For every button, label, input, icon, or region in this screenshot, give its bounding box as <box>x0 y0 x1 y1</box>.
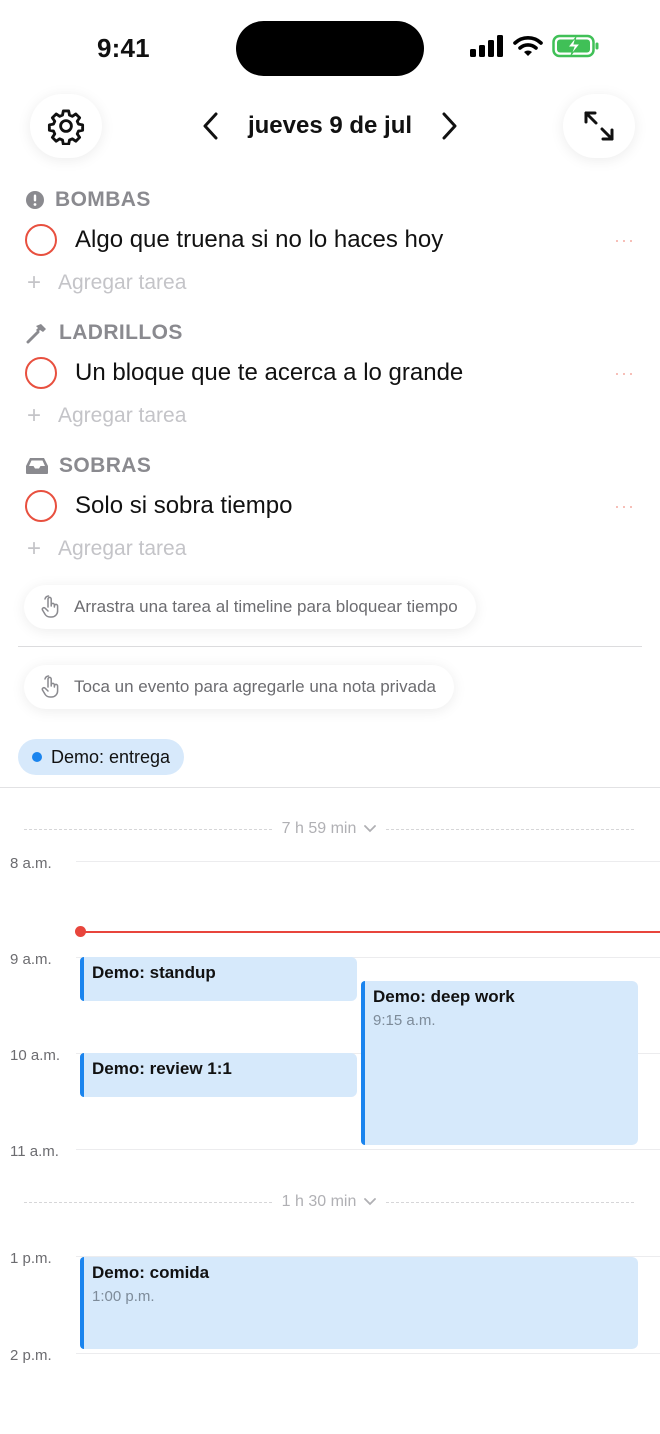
tray-icon <box>26 458 48 474</box>
task-more-button[interactable]: ··· <box>614 496 635 517</box>
task-more-button[interactable]: ··· <box>614 230 635 251</box>
task-checkbox[interactable] <box>25 490 57 522</box>
hint-tap-event: Toca un evento para agregarle una nota p… <box>24 665 454 709</box>
wifi-icon <box>513 36 543 56</box>
task-more-button[interactable]: ··· <box>614 363 635 384</box>
battery-charging-icon <box>552 34 599 58</box>
section-title: LADRILLOS <box>59 321 183 344</box>
date-navigation: jueves 9 de jul <box>200 106 460 146</box>
task-row[interactable]: Algo que truena si no lo haces hoy ··· <box>25 222 640 258</box>
chevron-down-icon <box>364 1198 377 1206</box>
event-title: Demo: deep work <box>373 987 515 1006</box>
status-time: 9:41 <box>97 33 150 63</box>
hour-label: 8 a.m. <box>10 855 52 872</box>
add-task-button[interactable]: + Agregar tarea <box>25 269 186 297</box>
date-title[interactable]: jueves 9 de jul <box>248 112 412 140</box>
hand-pointer-icon <box>41 595 59 618</box>
plus-icon: + <box>26 535 41 562</box>
event-time: 1:00 p.m. <box>92 1288 155 1305</box>
task-row[interactable]: Un bloque que te acerca a lo grande ··· <box>25 355 640 391</box>
task-checkbox[interactable] <box>25 224 57 256</box>
hint-text: Toca un evento para agregarle una nota p… <box>74 677 436 696</box>
hour-line <box>76 861 660 862</box>
status-icons <box>470 34 600 58</box>
plus-icon: + <box>26 402 41 429</box>
hand-pointer-icon <box>41 675 59 698</box>
gap-label: 1 h 30 min <box>282 1193 377 1211</box>
gap-label: 7 h 59 min <box>282 820 377 838</box>
section-header-ladrillos: LADRILLOS <box>25 321 183 345</box>
chevron-left-icon[interactable] <box>200 111 222 141</box>
add-task-label: Agregar tarea <box>58 404 187 427</box>
dashed-line <box>24 828 272 830</box>
task-title[interactable]: Algo que truena si no lo haces hoy <box>75 226 614 254</box>
dashed-line <box>24 1201 272 1203</box>
hour-label: 10 a.m. <box>10 1047 61 1064</box>
add-task-button[interactable]: + Agregar tarea <box>25 535 186 563</box>
event-time: 9:15 a.m. <box>373 1012 436 1029</box>
add-task-button[interactable]: + Agregar tarea <box>25 402 186 430</box>
all-day-event[interactable]: Demo: entrega <box>18 739 185 775</box>
hour-label: 9 a.m. <box>10 951 52 968</box>
event-review[interactable]: Demo: review 1:1 <box>80 1053 357 1097</box>
event-title: Demo: comida <box>92 1263 210 1282</box>
all-day-event-title: Demo: entrega <box>51 746 171 767</box>
dashed-line <box>386 828 634 830</box>
add-task-label: Agregar tarea <box>58 271 187 294</box>
hint-drag-task: Arrastra una tarea al timeline para bloq… <box>24 585 476 629</box>
hour-label: 11 a.m. <box>10 1143 59 1160</box>
settings-button[interactable] <box>30 94 102 158</box>
cellular-signal-icon <box>470 35 503 57</box>
current-time-line <box>80 931 660 933</box>
hour-label: 2 p.m. <box>10 1347 52 1364</box>
section-header-bombas: BOMBAS <box>25 188 151 212</box>
task-title[interactable]: Un bloque que te acerca a lo grande <box>75 359 614 387</box>
free-time-gap[interactable]: 1 h 30 min <box>24 1191 634 1213</box>
plus-icon: + <box>26 269 41 296</box>
gear-icon <box>47 109 85 145</box>
dashed-line <box>386 1201 634 1203</box>
hammer-icon <box>26 324 46 344</box>
gap-duration: 1 h 30 min <box>281 1193 357 1210</box>
hour-line <box>76 1149 660 1150</box>
section-title: BOMBAS <box>55 188 151 211</box>
dynamic-island <box>236 21 424 76</box>
expand-arrows-icon <box>584 111 614 141</box>
task-checkbox[interactable] <box>25 357 57 389</box>
hour-label: 1 p.m. <box>10 1250 52 1267</box>
free-time-gap[interactable]: 7 h 59 min <box>24 818 634 840</box>
divider <box>18 646 642 647</box>
gap-duration: 7 h 59 min <box>281 820 357 837</box>
event-comida[interactable]: Demo: comida 1:00 p.m. <box>80 1257 638 1349</box>
section-header-sobras: SOBRAS <box>25 454 151 478</box>
task-row[interactable]: Solo si sobra tiempo ··· <box>25 488 640 524</box>
timeline-divider <box>0 787 660 788</box>
section-title: SOBRAS <box>59 454 152 477</box>
task-title[interactable]: Solo si sobra tiempo <box>75 492 614 520</box>
event-title: Demo: standup <box>92 963 216 982</box>
add-task-label: Agregar tarea <box>58 537 187 560</box>
expand-button[interactable] <box>563 94 635 158</box>
exclamation-circle-icon <box>26 191 44 209</box>
hour-line <box>76 1353 660 1354</box>
event-standup[interactable]: Demo: standup <box>80 957 357 1001</box>
chevron-right-icon[interactable] <box>438 111 460 141</box>
event-title: Demo: review 1:1 <box>92 1059 232 1078</box>
event-deep-work[interactable]: Demo: deep work 9:15 a.m. <box>361 981 638 1145</box>
chevron-down-icon <box>364 825 377 833</box>
hint-text: Arrastra una tarea al timeline para bloq… <box>74 597 458 616</box>
event-color-dot <box>32 752 42 762</box>
